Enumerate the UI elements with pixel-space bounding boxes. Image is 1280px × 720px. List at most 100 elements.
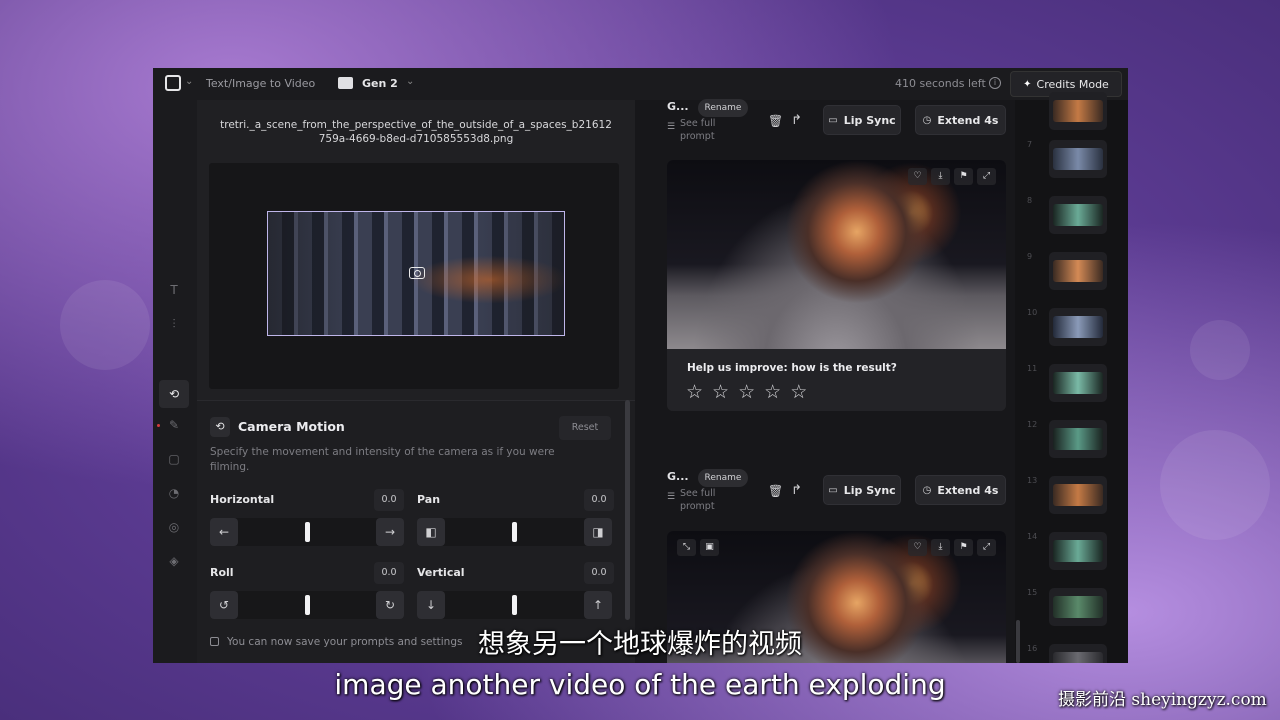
flag-icon[interactable]: ⚑ bbox=[954, 539, 973, 556]
flag-icon[interactable]: ⚑ bbox=[954, 168, 973, 185]
camera-icon[interactable] bbox=[409, 267, 425, 279]
image-icon[interactable]: ▣ bbox=[700, 539, 719, 556]
roll-value[interactable]: 0.0 bbox=[374, 562, 404, 584]
history-number: 7 bbox=[1027, 140, 1033, 149]
slider-knob[interactable] bbox=[512, 522, 517, 542]
results-column: G... Rename ☰ See full prompt 🗑 ↱ ▭ Lip S… bbox=[635, 99, 1103, 663]
watermark: 摄影前沿 sheyingzyz.com bbox=[1058, 690, 1267, 710]
chevron-down-icon[interactable]: ⌄ bbox=[406, 76, 414, 87]
extend-label: Extend 4s bbox=[937, 113, 999, 127]
video-controls: ♡ ⤓ ⚑ ⤢ bbox=[908, 168, 996, 185]
runway-logo-icon[interactable] bbox=[165, 75, 181, 91]
trash-icon[interactable]: 🗑 bbox=[768, 114, 783, 128]
vertical-label: Vertical bbox=[417, 566, 465, 579]
horizontal-value[interactable]: 0.0 bbox=[374, 489, 404, 511]
sparkle-icon: ✦ bbox=[1023, 78, 1032, 90]
arrow-down-icon[interactable]: ↓ bbox=[417, 591, 445, 619]
rename-button[interactable]: Rename bbox=[698, 99, 748, 117]
reset-button[interactable]: Reset bbox=[559, 416, 611, 440]
input-image[interactable] bbox=[267, 211, 565, 336]
fullscreen-icon[interactable]: ⤢ bbox=[977, 168, 996, 185]
roll-slider[interactable]: ↺ ↻ bbox=[210, 591, 404, 619]
pan-left-icon[interactable]: ◧ bbox=[417, 518, 445, 546]
see-full-text: prompt bbox=[680, 131, 715, 142]
slider-knob[interactable] bbox=[305, 595, 310, 615]
rotate-right-icon[interactable]: ↻ bbox=[376, 591, 404, 619]
background-bokeh bbox=[60, 280, 150, 370]
trash-icon[interactable]: 🗑 bbox=[768, 484, 783, 498]
pan-value[interactable]: 0.0 bbox=[584, 489, 614, 511]
history-thumbnail[interactable] bbox=[1049, 476, 1107, 514]
text-tool-icon[interactable]: T bbox=[166, 282, 182, 298]
filename-line: tretri._a_scene_from_the_perspective_of_… bbox=[220, 119, 612, 131]
layers-icon[interactable]: ◈ bbox=[166, 553, 182, 569]
pan-right-icon[interactable]: ◨ bbox=[584, 518, 612, 546]
see-full-text: prompt bbox=[680, 501, 715, 512]
chevron-down-icon[interactable]: ⌄ bbox=[185, 76, 193, 87]
roll-label: Roll bbox=[210, 566, 234, 579]
app-window: ⌄ Text/Image to Video Gen 2 ⌄ 410 second… bbox=[153, 68, 1128, 663]
credits-mode-label: Credits Mode bbox=[1036, 77, 1109, 91]
expand-icon[interactable]: ⤡ bbox=[677, 539, 696, 556]
result-title: G... bbox=[667, 470, 689, 483]
history-thumbnail[interactable] bbox=[1049, 196, 1107, 234]
fullscreen-icon[interactable]: ⤢ bbox=[977, 539, 996, 556]
lip-sync-button[interactable]: ▭ Lip Sync bbox=[823, 105, 901, 135]
star-icon[interactable]: ☆ bbox=[712, 382, 729, 402]
info-icon[interactable]: i bbox=[989, 77, 1001, 89]
star-icon[interactable]: ☆ bbox=[738, 382, 755, 402]
top-bar: ⌄ Text/Image to Video Gen 2 ⌄ 410 second… bbox=[153, 68, 1128, 100]
arrow-up-icon[interactable]: ↑ bbox=[584, 591, 612, 619]
result-video-thumbnail[interactable] bbox=[667, 160, 1006, 349]
star-icon[interactable]: ☆ bbox=[764, 382, 781, 402]
camera-motion-description: Specify the movement and intensity of th… bbox=[210, 446, 555, 473]
arrow-right-icon[interactable]: → bbox=[376, 518, 404, 546]
history-thumbnail[interactable] bbox=[1049, 308, 1107, 346]
rename-button[interactable]: Rename bbox=[698, 469, 748, 487]
star-icon[interactable]: ☆ bbox=[790, 382, 807, 402]
tool-rail: T ⫶ ⟲ ✎ ▢ ◔ ◎ ◈ bbox=[153, 100, 197, 663]
frame-icon[interactable]: ▢ bbox=[166, 451, 182, 467]
heart-icon[interactable]: ♡ bbox=[908, 539, 927, 556]
rotate-left-icon[interactable]: ↺ bbox=[210, 591, 238, 619]
lip-sync-button[interactable]: ▭ Lip Sync bbox=[823, 475, 901, 505]
history-thumbnail[interactable] bbox=[1049, 252, 1107, 290]
brush-icon[interactable]: ✎ bbox=[166, 417, 182, 433]
pan-slider[interactable]: ◧ ◨ bbox=[417, 518, 612, 546]
share-icon[interactable]: ↱ bbox=[791, 113, 802, 128]
history-thumbnail[interactable] bbox=[1049, 588, 1107, 626]
history-thumbnail[interactable] bbox=[1049, 92, 1107, 130]
star-icon[interactable]: ☆ bbox=[686, 382, 703, 402]
see-full-prompt-link[interactable]: See full prompt bbox=[680, 487, 715, 513]
share-icon[interactable]: ↱ bbox=[791, 483, 802, 498]
extend-button[interactable]: ◷ Extend 4s bbox=[915, 475, 1006, 505]
palette-icon[interactable]: ◔ bbox=[166, 485, 182, 501]
slider-knob[interactable] bbox=[305, 522, 310, 542]
background-bokeh bbox=[1160, 430, 1270, 540]
horizontal-slider[interactable]: ← → bbox=[210, 518, 404, 546]
breadcrumb-tool[interactable]: Text/Image to Video bbox=[206, 77, 315, 90]
see-full-prompt-link[interactable]: See full prompt bbox=[680, 117, 715, 143]
history-thumbnail[interactable] bbox=[1049, 364, 1107, 402]
see-full-text: See full bbox=[680, 488, 716, 499]
camera-motion-tool-icon[interactable]: ⟲ bbox=[166, 386, 182, 402]
panel-scrollbar[interactable] bbox=[625, 400, 630, 620]
horizontal-label: Horizontal bbox=[210, 493, 275, 506]
sliders-icon[interactable]: ⫶ bbox=[166, 316, 182, 332]
download-icon[interactable]: ⤓ bbox=[931, 168, 950, 185]
download-icon[interactable]: ⤓ bbox=[931, 539, 950, 556]
settings-icon[interactable]: ◎ bbox=[166, 519, 182, 535]
arrow-left-icon[interactable]: ← bbox=[210, 518, 238, 546]
extend-button[interactable]: ◷ Extend 4s bbox=[915, 105, 1006, 135]
slider-knob[interactable] bbox=[512, 595, 517, 615]
vertical-value[interactable]: 0.0 bbox=[584, 562, 614, 584]
history-thumbnail[interactable] bbox=[1049, 140, 1107, 178]
lip-sync-icon: ▭ bbox=[828, 114, 838, 126]
history-thumbnail[interactable] bbox=[1049, 532, 1107, 570]
lip-sync-label: Lip Sync bbox=[843, 113, 896, 127]
project-name[interactable]: Gen 2 bbox=[362, 77, 398, 90]
history-thumbnail[interactable] bbox=[1049, 420, 1107, 458]
history-number: 8 bbox=[1027, 196, 1033, 205]
heart-icon[interactable]: ♡ bbox=[908, 168, 927, 185]
vertical-slider[interactable]: ↓ ↑ bbox=[417, 591, 612, 619]
